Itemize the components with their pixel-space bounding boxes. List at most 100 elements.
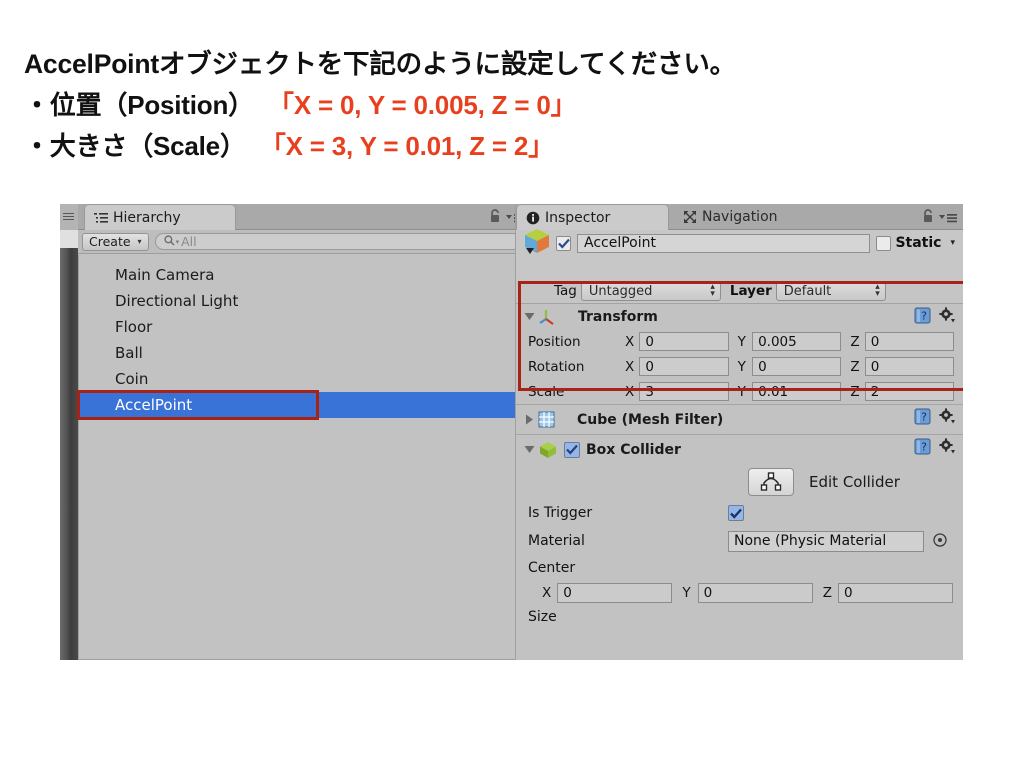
hierarchy-icon: [94, 212, 108, 224]
create-button[interactable]: Create ▾: [82, 232, 149, 251]
position-x-field[interactable]: 0: [639, 332, 729, 351]
inspector-panel: Inspector Navigation AccelPoint Static ▾…: [515, 204, 963, 660]
mesh-filter-icon: [538, 411, 555, 428]
chevron-down-icon: ▾: [137, 237, 142, 246]
center-z-field[interactable]: 0: [837, 583, 954, 603]
hierarchy-list: Main Camera Directional Light Floor Ball…: [77, 255, 531, 660]
material-row: Material None (Physic Material: [516, 526, 963, 556]
transform-header[interactable]: Transform ?: [516, 304, 963, 329]
is-trigger-label: Is Trigger: [528, 505, 593, 521]
scale-z-field[interactable]: 2: [864, 382, 955, 401]
svg-text:?: ?: [921, 441, 927, 454]
edit-collider-row: Edit Collider: [516, 464, 963, 500]
inspector-tabbar: Inspector Navigation: [516, 204, 963, 230]
inspector-panel-controls: [922, 208, 957, 227]
layer-label: Layer: [729, 283, 772, 299]
list-item[interactable]: Main Camera: [79, 262, 529, 288]
transform-tools: ?: [914, 307, 956, 328]
static-dropdown-caret-icon[interactable]: ▾: [950, 238, 955, 248]
transform-icon: [538, 308, 556, 326]
static-checkbox[interactable]: [876, 235, 892, 251]
gear-icon[interactable]: [938, 438, 956, 459]
instruction-line-1: AccelPointオブジェクトを下記のように設定してください。: [24, 49, 736, 79]
lock-icon[interactable]: [922, 208, 934, 227]
axis-z-label: Z: [850, 383, 860, 400]
is-trigger-checkbox[interactable]: [728, 505, 744, 521]
center-y-field[interactable]: 0: [697, 583, 813, 603]
object-enabled-checkbox[interactable]: [556, 235, 571, 251]
position-y-field[interactable]: 0.005: [752, 332, 842, 351]
is-trigger-row: Is Trigger: [516, 500, 963, 526]
object-name-field[interactable]: AccelPoint: [577, 233, 871, 253]
box-collider-header[interactable]: Box Collider ?: [516, 435, 963, 464]
transform-title: Transform: [578, 308, 658, 325]
list-item-accelpoint[interactable]: AccelPoint: [77, 390, 531, 420]
create-button-label: Create: [89, 234, 131, 249]
tag-dropdown[interactable]: Untagged ▴ ▾: [580, 281, 721, 301]
transform-rotation-row: Rotation X 0 Y 0 Z 0: [516, 354, 963, 379]
list-item[interactable]: Floor: [79, 314, 529, 340]
axis-z-label: Z: [850, 358, 860, 375]
foldout-open-icon[interactable]: [523, 445, 536, 454]
box-collider-tools: ?: [914, 438, 956, 459]
rotation-x-field[interactable]: 0: [639, 357, 729, 376]
hierarchy-search-input[interactable]: ▾ All: [154, 233, 522, 250]
gameobject-cube-icon: [522, 226, 552, 260]
panel-menu-icon[interactable]: [63, 213, 74, 220]
help-icon[interactable]: ?: [914, 307, 931, 328]
tag-value: Untagged: [588, 283, 653, 299]
panel-menu-icon[interactable]: [939, 208, 957, 227]
rotation-label: Rotation: [528, 358, 585, 375]
tab-hierarchy[interactable]: Hierarchy: [84, 204, 236, 230]
tab-hierarchy-label: Hierarchy: [113, 209, 181, 226]
svg-text:?: ?: [921, 411, 927, 424]
layer-dropdown[interactable]: Default ▴ ▾: [775, 281, 886, 301]
help-icon[interactable]: ?: [914, 408, 931, 429]
foldout-closed-icon[interactable]: [523, 414, 536, 425]
help-icon[interactable]: ?: [914, 438, 931, 459]
list-item[interactable]: Coin: [79, 366, 529, 392]
center-x-field[interactable]: 0: [557, 583, 673, 603]
hierarchy-toolbar: Create ▾ ▾ All: [78, 230, 530, 254]
mesh-filter-header[interactable]: Cube (Mesh Filter) ?: [516, 405, 963, 434]
layer-value: Default: [783, 283, 832, 299]
box-collider-icon: [538, 440, 558, 460]
search-icon: [163, 234, 175, 249]
gear-icon[interactable]: [938, 408, 956, 429]
instruction-line-2: ・位置（Position） 「X = 0, Y = 0.005, Z = 0」: [24, 85, 984, 126]
foldout-open-icon[interactable]: [523, 312, 536, 321]
axis-y-label: Y: [737, 383, 746, 400]
material-field[interactable]: None (Physic Material: [728, 530, 924, 552]
scale-x-field[interactable]: 3: [639, 382, 729, 401]
component-box-collider: Box Collider ? Edit Collider Is Trigger …: [516, 435, 963, 628]
list-item[interactable]: Ball: [79, 340, 529, 366]
axis-x-label: X: [625, 383, 635, 400]
list-item[interactable]: Directional Light: [79, 288, 529, 314]
edit-collider-button[interactable]: [748, 468, 794, 496]
rotation-y-field[interactable]: 0: [752, 357, 842, 376]
rotation-z-field[interactable]: 0: [864, 357, 955, 376]
box-collider-enabled-checkbox[interactable]: [564, 441, 580, 458]
tab-navigation[interactable]: Navigation: [674, 204, 790, 230]
axis-y-label: Y: [737, 358, 746, 375]
axis-x-label: X: [625, 333, 635, 350]
object-picker-icon[interactable]: [933, 532, 947, 551]
scale-y-field[interactable]: 0.01: [752, 382, 842, 401]
material-label: Material: [528, 533, 585, 549]
list-item-selected-wrap: AccelPoint: [77, 390, 531, 420]
gear-icon[interactable]: [938, 307, 956, 328]
position-z-field[interactable]: 0: [864, 332, 955, 351]
tab-inspector-label: Inspector: [545, 209, 611, 226]
lock-icon[interactable]: [489, 208, 501, 227]
axis-x-label: X: [625, 358, 635, 375]
mesh-filter-tools: ?: [914, 408, 956, 429]
updown-caret-icon: ▴ ▾: [710, 282, 715, 299]
search-filter-caret-icon[interactable]: ▾: [176, 238, 180, 246]
axis-y-label: Y: [737, 333, 746, 350]
center-label: Center: [528, 560, 576, 576]
axis-z-label: Z: [822, 585, 832, 601]
info-icon: [526, 211, 540, 225]
instruction-line-3-value: 「X = 3, Y = 0.01, Z = 2」: [259, 131, 554, 161]
tag-label: Tag: [554, 283, 577, 299]
axis-y-label: Y: [682, 585, 691, 601]
